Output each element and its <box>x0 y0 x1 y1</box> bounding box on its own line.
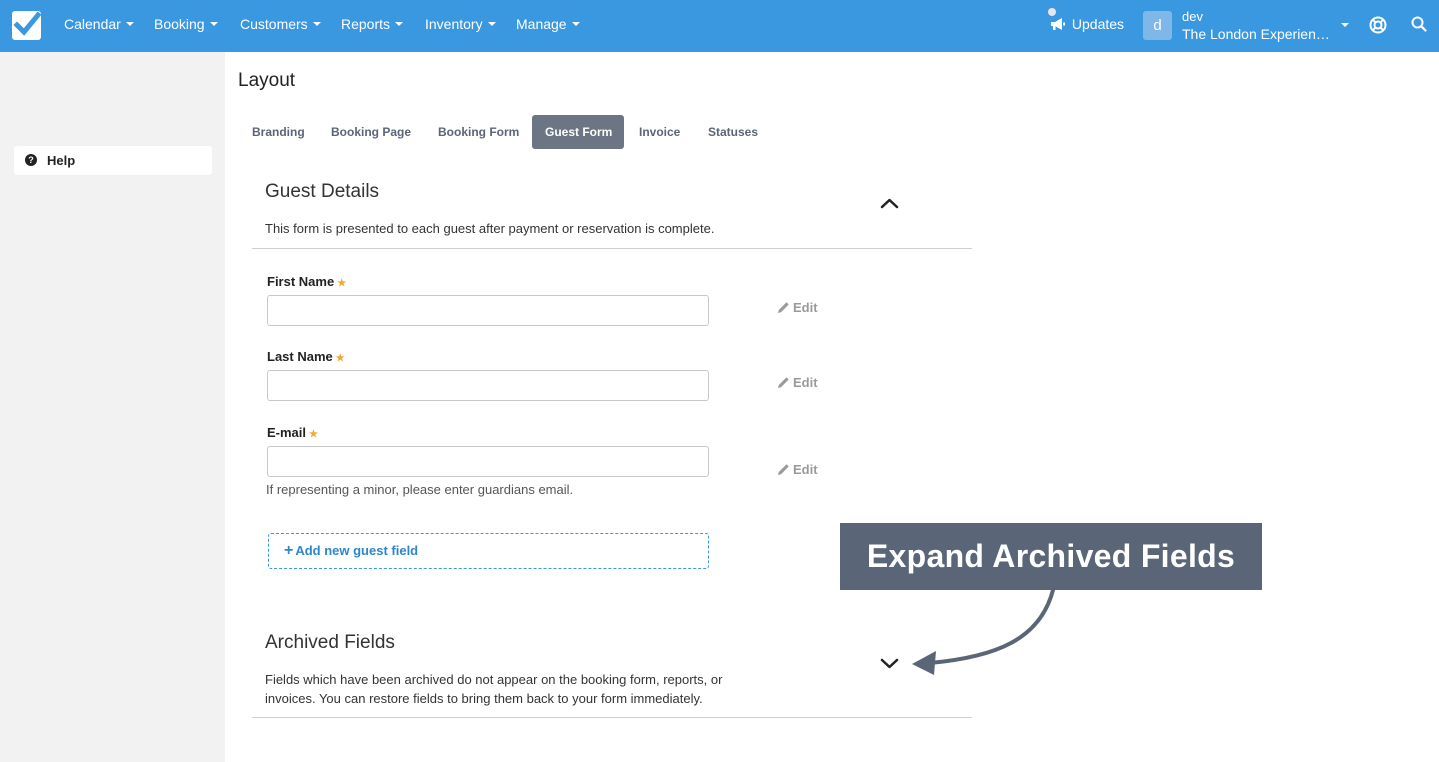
lifebuoy-icon[interactable] <box>1369 16 1387 34</box>
last-name-label: Last Name ★ <box>267 349 345 364</box>
nav-reports[interactable]: Reports <box>341 16 404 32</box>
sidebar-item-help-label: Help <box>47 153 76 168</box>
sidebar-item-help[interactable]: ? Help <box>14 146 212 175</box>
nav-manage[interactable]: Manage <box>516 16 580 32</box>
caret-down-icon <box>395 22 404 27</box>
divider <box>252 248 972 249</box>
first-name-label-text: First Name <box>267 274 335 289</box>
nav-customers-label: Customers <box>240 16 308 32</box>
last-name-input[interactable] <box>267 370 709 401</box>
notification-dot <box>1048 8 1056 16</box>
edit-label: Edit <box>793 462 818 477</box>
first-name-edit-button[interactable]: Edit <box>777 300 818 315</box>
avatar[interactable]: d <box>1143 11 1172 40</box>
caret-down-icon <box>312 22 321 27</box>
account-dropdown-caret-icon[interactable] <box>1341 23 1349 27</box>
last-name-edit-button[interactable]: Edit <box>777 375 818 390</box>
divider <box>252 717 972 718</box>
user-name[interactable]: dev <box>1182 9 1203 24</box>
email-edit-button[interactable]: Edit <box>777 462 818 477</box>
nav-booking[interactable]: Booking <box>154 16 218 32</box>
tab-guest-form[interactable]: Guest Form <box>532 115 624 149</box>
pencil-icon <box>778 464 789 475</box>
tab-statuses[interactable]: Statuses <box>695 115 771 149</box>
tab-invoice[interactable]: Invoice <box>626 115 693 149</box>
nav-inventory-label: Inventory <box>425 16 483 32</box>
email-field[interactable] <box>267 446 709 477</box>
nav-calendar[interactable]: Calendar <box>64 16 134 32</box>
tab-branding[interactable]: Branding <box>239 115 318 149</box>
annotation-arrow-icon <box>912 588 1055 675</box>
edit-label: Edit <box>793 375 818 390</box>
nav-booking-label: Booking <box>154 16 205 32</box>
sidebar: ? Help <box>0 52 225 762</box>
caret-down-icon <box>209 22 218 27</box>
question-circle-icon: ? <box>25 154 37 166</box>
caret-down-icon <box>125 22 134 27</box>
required-star-icon: ★ <box>337 278 347 289</box>
archived-fields-description-line1: Fields which have been archived do not a… <box>265 672 723 687</box>
nav-inventory[interactable]: Inventory <box>425 16 496 32</box>
nav-calendar-label: Calendar <box>64 16 121 32</box>
caret-down-icon <box>487 22 496 27</box>
email-label: E-mail ★ <box>267 425 318 440</box>
archived-fields-title: Archived Fields <box>265 632 395 653</box>
caret-down-icon <box>571 22 580 27</box>
guest-details-description: This form is presented to each guest aft… <box>265 221 715 236</box>
email-label-text: E-mail <box>267 425 307 440</box>
annotation-callout: Expand Archived Fields <box>840 523 1262 590</box>
first-name-input[interactable] <box>267 295 709 326</box>
nav-customers[interactable]: Customers <box>240 16 321 32</box>
required-star-icon: ★ <box>335 353 345 364</box>
chevron-up-icon[interactable] <box>880 197 899 209</box>
search-icon[interactable] <box>1411 16 1427 32</box>
add-guest-field-button[interactable]: + Add new guest field <box>268 533 709 569</box>
tab-booking-form[interactable]: Booking Form <box>425 115 532 149</box>
last-name-label-text: Last Name <box>267 349 333 364</box>
add-guest-field-label: Add new guest field <box>295 543 419 558</box>
archived-fields-description-line2: invoices. You can restore fields to brin… <box>265 691 703 706</box>
updates-label: Updates <box>1071 16 1125 32</box>
updates-button[interactable]: Updates <box>1048 8 1125 32</box>
org-name[interactable]: The London Experience Ltd <box>1182 26 1330 42</box>
guest-details-title: Guest Details <box>265 181 380 202</box>
plus-icon: + <box>284 542 294 559</box>
page-title: Layout <box>238 70 296 91</box>
tab-booking-page[interactable]: Booking Page <box>318 115 424 149</box>
pencil-icon <box>778 377 789 388</box>
checkfront-logo-icon[interactable] <box>12 11 41 40</box>
nav-reports-label: Reports <box>341 16 391 32</box>
nav-manage-label: Manage <box>516 16 567 32</box>
pencil-icon <box>778 302 789 313</box>
edit-label: Edit <box>793 300 818 315</box>
first-name-label: First Name ★ <box>267 274 346 289</box>
chevron-down-icon[interactable] <box>880 658 899 670</box>
email-help-text: If representing a minor, please enter gu… <box>266 482 574 497</box>
megaphone-icon <box>1051 18 1065 30</box>
top-navbar: Calendar Booking Customers Reports Inven… <box>0 0 1439 52</box>
required-star-icon: ★ <box>309 429 318 440</box>
